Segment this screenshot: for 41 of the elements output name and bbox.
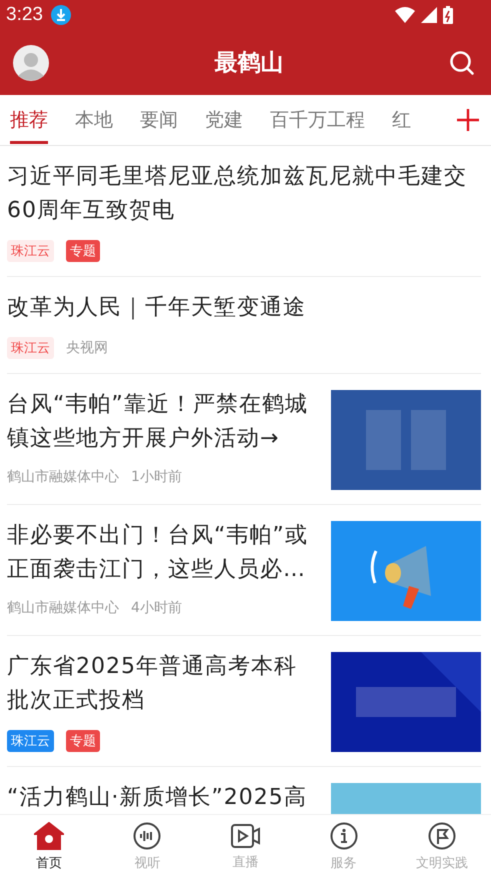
article-tag: 珠江云	[7, 730, 54, 752]
nav-tab[interactable]: 首页	[0, 815, 98, 879]
home-icon	[34, 822, 64, 850]
article-tag: 珠江云	[7, 240, 54, 262]
info-icon	[330, 822, 358, 850]
app-title: 最鹤山	[214, 49, 284, 78]
channel-tab[interactable]: 百千万工程	[270, 96, 365, 144]
battery-icon	[443, 6, 453, 24]
article-title[interactable]: 台风“韦帕”靠近！严禁在鹤城镇这些地方开展户外活动→	[7, 388, 317, 456]
download-icon	[50, 5, 71, 25]
signal-icon	[421, 7, 437, 23]
audio-icon	[133, 822, 162, 850]
nav-tab[interactable]: 服务	[294, 815, 393, 879]
wifi-icon	[395, 7, 415, 23]
article-source: 央视网	[66, 339, 108, 357]
nav-tab[interactable]: 直播	[196, 815, 295, 879]
article-tag: 专题	[66, 240, 100, 262]
channel-tab[interactable]: 要闻	[140, 96, 178, 144]
nav-tab[interactable]: 视听	[98, 815, 196, 879]
channel-tab[interactable]: 红	[392, 96, 411, 144]
article-time: 1小时前	[131, 468, 182, 486]
channel-tab[interactable]: 本地	[75, 96, 113, 144]
article-title[interactable]: 广东省2025年普通高考本科批次正式投档	[7, 650, 317, 718]
article-time: 4小时前	[131, 599, 182, 617]
article-title[interactable]: 非必要不出门！台风“韦帕”或正面袭击江门，这些人员必…	[7, 519, 317, 587]
article-title[interactable]: 改革为人民｜千年天堑变通途	[7, 291, 481, 325]
channel-tab[interactable]: 党建	[205, 96, 243, 144]
add-channel-icon[interactable]	[457, 109, 479, 131]
channel-tab[interactable]: 推荐	[10, 96, 48, 144]
search-icon[interactable]	[449, 50, 475, 76]
nav-tab[interactable]: 文明实践	[392, 815, 491, 879]
article-source: 鹤山市融媒体中心	[7, 599, 119, 617]
avatar-icon[interactable]	[13, 44, 49, 80]
article-tag: 珠江云	[7, 337, 54, 359]
article-tag: 专题	[66, 730, 100, 752]
article-title[interactable]: “活力鹤山·新质增长”2025高	[7, 781, 317, 814]
article-source: 鹤山市融媒体中心	[7, 468, 119, 486]
article-title[interactable]: 习近平同毛里塔尼亚总统加兹瓦尼就中毛建交60周年互致贺电	[7, 160, 481, 228]
video-icon	[230, 823, 260, 849]
status-time: 3:23	[6, 4, 43, 26]
flag-icon	[428, 822, 456, 850]
